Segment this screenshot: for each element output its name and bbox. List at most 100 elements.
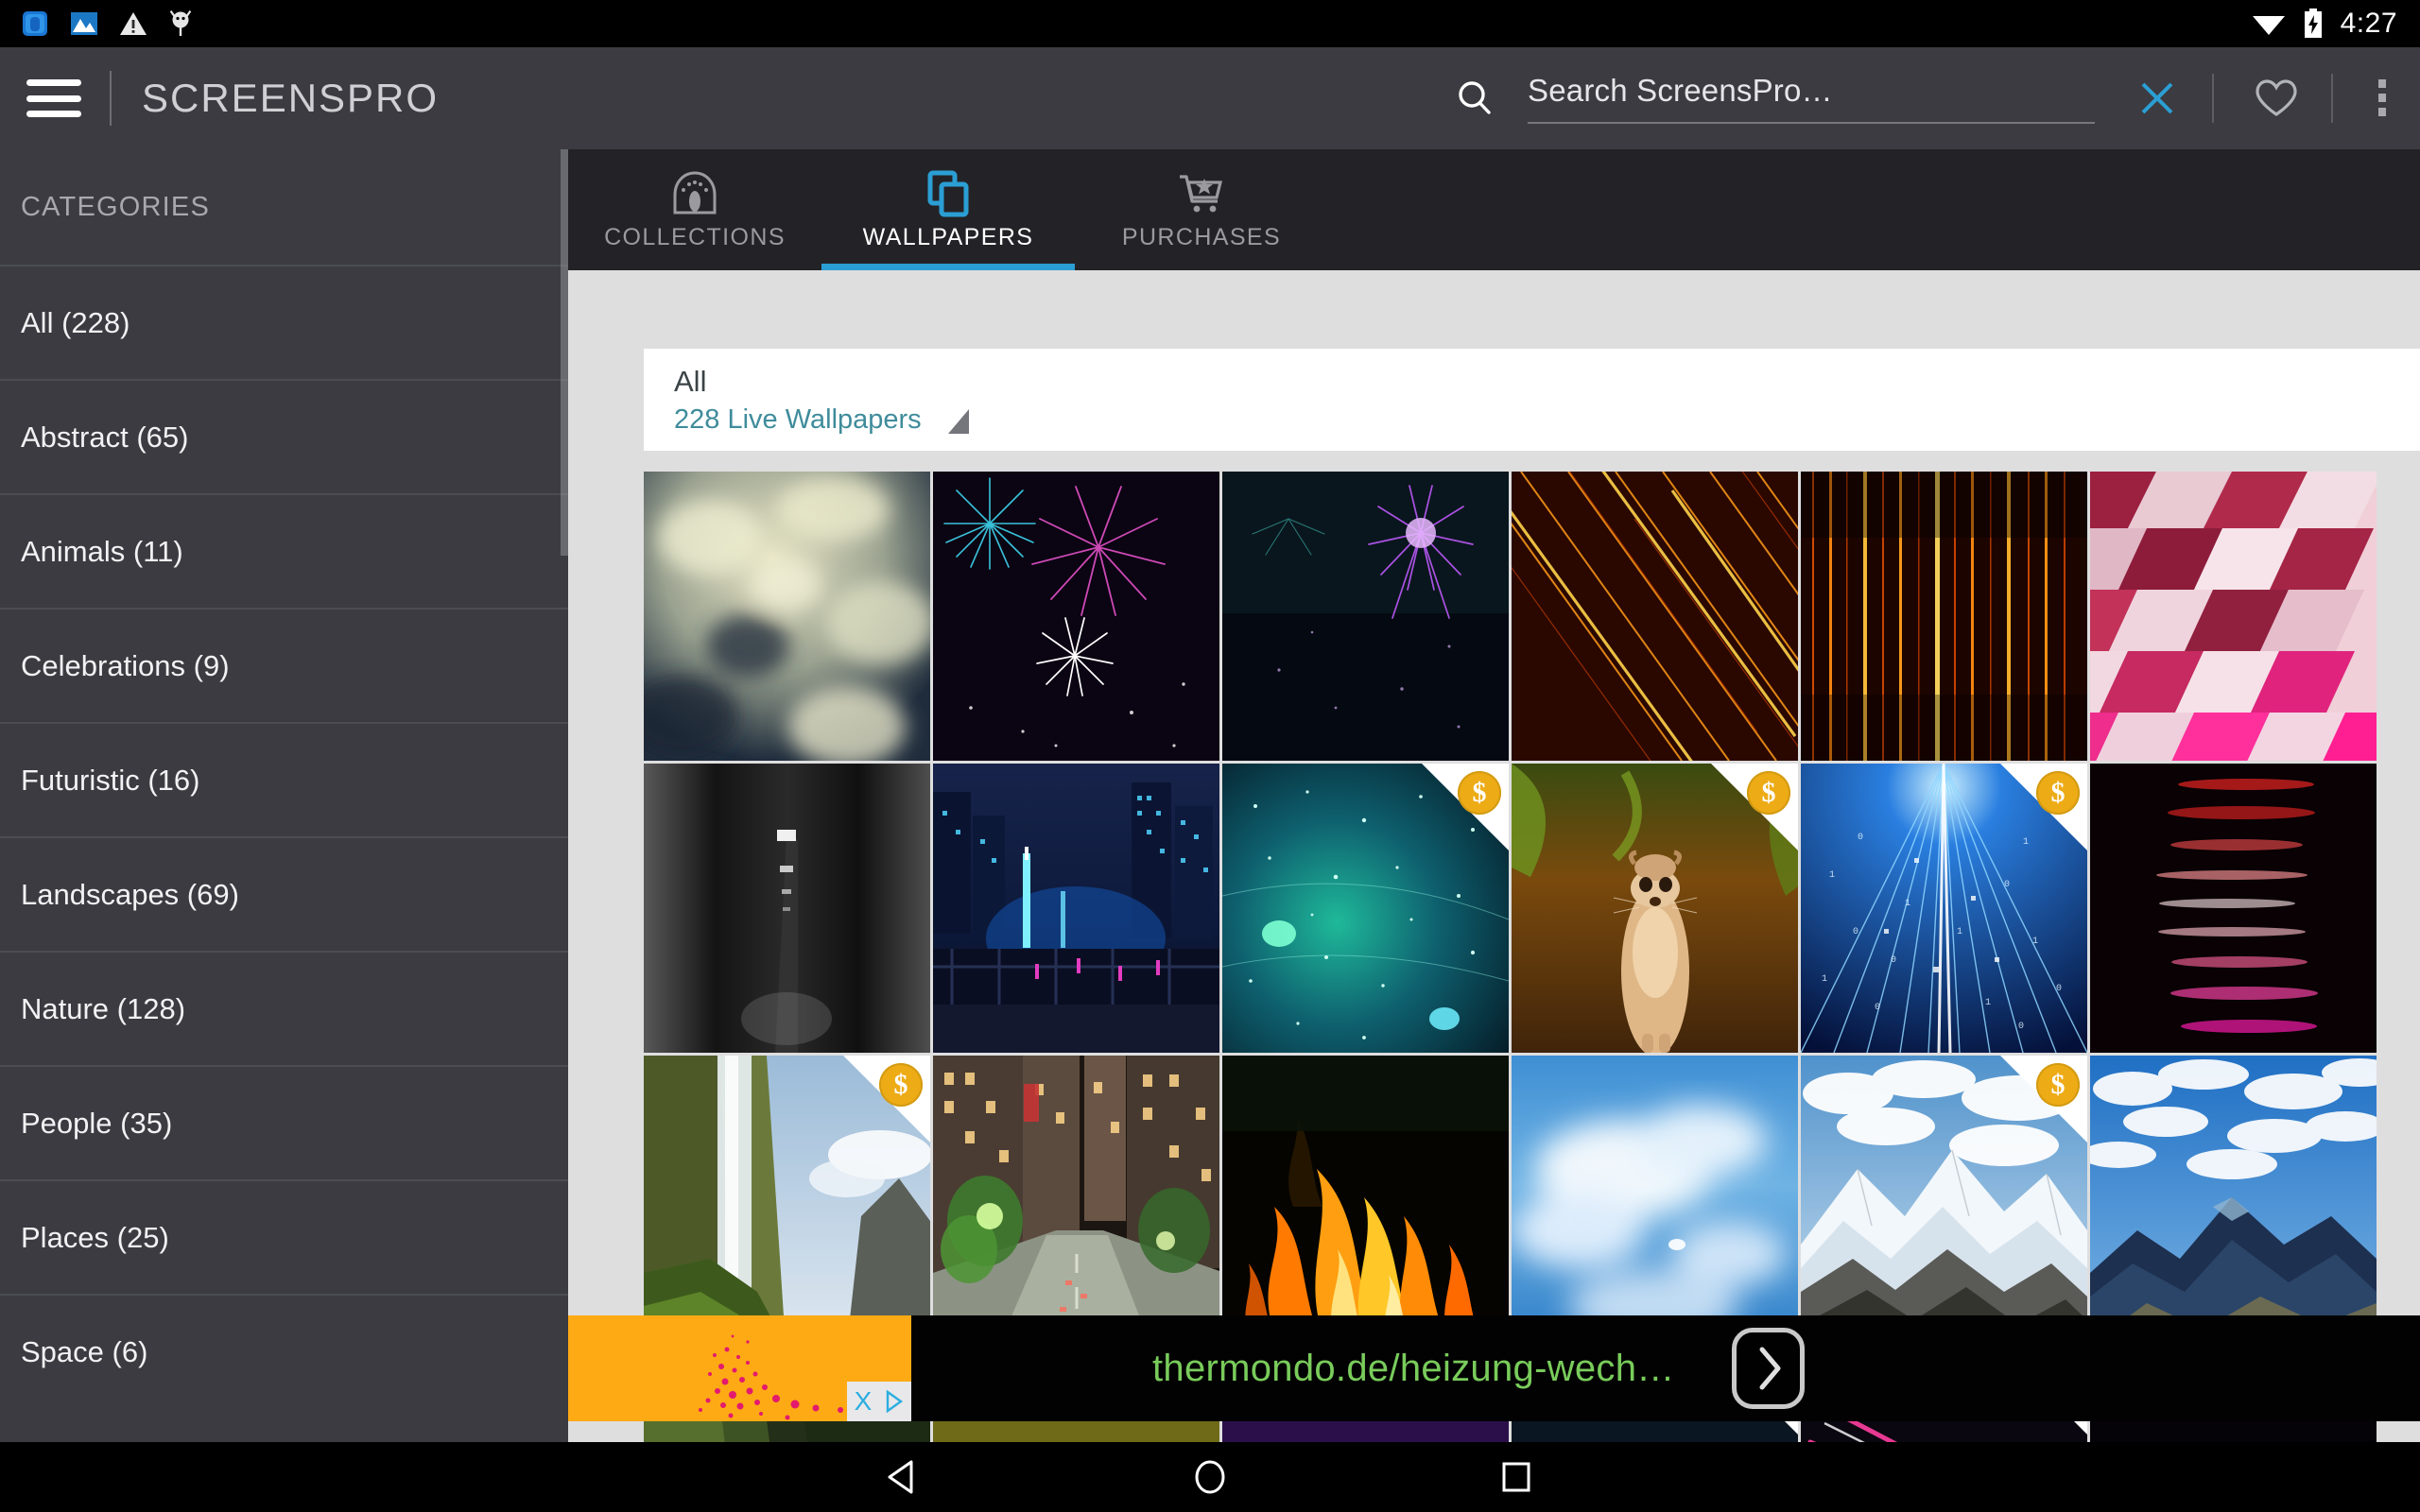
sidebar-item-space[interactable]: Space (6) bbox=[0, 1294, 568, 1408]
svg-text:1: 1 bbox=[1822, 974, 1827, 985]
wifi-icon bbox=[2252, 16, 2285, 35]
back-triangle-icon[interactable] bbox=[869, 1442, 939, 1512]
wallpaper-tile-cyberpunk-city-night[interactable] bbox=[933, 764, 1219, 1053]
wallpaper-tile-blue-data-streams[interactable]: 101 010 010 101 01 $ bbox=[1801, 764, 2087, 1053]
sidebar-item-futuristic[interactable]: Futuristic (16) bbox=[0, 722, 568, 836]
svg-text:1: 1 bbox=[2023, 837, 2029, 848]
tab-bar: COLLECTIONS WALLPAPERS PURCHASES bbox=[568, 149, 2420, 270]
gauge-icon bbox=[671, 169, 718, 218]
app-notification-icon bbox=[23, 11, 47, 36]
tab-purchases[interactable]: PURCHASES bbox=[1075, 149, 1328, 270]
svg-text:1: 1 bbox=[1985, 998, 1991, 1008]
sidebar-item-label: All (228) bbox=[21, 305, 130, 339]
sidebar-item-label: Celebrations (9) bbox=[21, 648, 230, 682]
app-bar-divider bbox=[110, 71, 112, 126]
close-x-icon[interactable] bbox=[2135, 76, 2180, 121]
tab-label: PURCHASES bbox=[1121, 223, 1282, 250]
wallpaper-tile-magenta-3d-cubes[interactable] bbox=[2090, 472, 2377, 761]
svg-text:0: 0 bbox=[1891, 955, 1896, 966]
wallpaper-grid: $ $ 1 0 1 0 1 0 0 1 0 1 0 1 0 1 $ $ $ bbox=[644, 472, 2420, 1442]
svg-text:1: 1 bbox=[1905, 899, 1910, 909]
sidebar-item-label: Abstract (65) bbox=[21, 420, 189, 454]
sidebar-item-places[interactable]: Places (25) bbox=[0, 1179, 568, 1294]
sidebar-item-landscapes[interactable]: Landscapes (69) bbox=[0, 836, 568, 951]
cart-star-icon bbox=[1176, 169, 1227, 218]
wallpaper-tile-waterfall-cliff[interactable]: $ bbox=[644, 1056, 930, 1345]
search-input[interactable]: Search ScreensPro… bbox=[1528, 73, 2095, 124]
svg-text:1: 1 bbox=[2032, 936, 2038, 947]
sidebar-heading: CATEGORIES bbox=[0, 149, 568, 265]
wallpaper-row bbox=[644, 472, 2420, 761]
sidebar-item-celebrations[interactable]: Celebrations (9) bbox=[0, 608, 568, 722]
home-circle-icon[interactable] bbox=[1175, 1442, 1245, 1512]
sidebar-item-label: Futuristic (16) bbox=[21, 763, 200, 797]
svg-text:0: 0 bbox=[2004, 880, 2010, 890]
search-placeholder-text: Search ScreensPro… bbox=[1528, 73, 1833, 108]
sidebar-item-nature[interactable]: Nature (128) bbox=[0, 951, 568, 1065]
sidebar-item-animals[interactable]: Animals (11) bbox=[0, 493, 568, 608]
wallpaper-tile-dark-corridor[interactable] bbox=[644, 764, 930, 1053]
ad-url-panel[interactable]: thermondo.de/heizung-wech… bbox=[911, 1315, 2420, 1421]
status-bar-clock: 4:27 bbox=[2340, 8, 2397, 39]
category-title: All bbox=[674, 365, 707, 398]
svg-text:0: 0 bbox=[2056, 984, 2062, 994]
sidebar-item-people[interactable]: People (35) bbox=[0, 1065, 568, 1179]
svg-text:0: 0 bbox=[2018, 1022, 2024, 1032]
svg-text:0: 0 bbox=[1875, 1003, 1880, 1013]
sidebar-item-label: People (35) bbox=[21, 1106, 173, 1140]
sidebar-heading-text: CATEGORIES bbox=[21, 191, 210, 222]
sidebar-scrollbar[interactable] bbox=[561, 149, 568, 556]
wallpaper-tile-fire-flames[interactable] bbox=[1222, 1056, 1509, 1345]
category-header-card: All 228 Live Wallpapers bbox=[644, 349, 2420, 451]
search-icon[interactable] bbox=[1454, 77, 1495, 119]
warning-icon bbox=[120, 12, 147, 35]
wallpaper-tile-green-teal-space[interactable]: $ bbox=[1222, 764, 1509, 1053]
svg-text:1: 1 bbox=[1957, 927, 1962, 937]
wallpaper-content-area: All 228 Live Wallpapers $ $ 1 0 1 0 1 0 … bbox=[568, 270, 2420, 1442]
app-bar-actions: Search ScreensPro… bbox=[1454, 73, 2420, 124]
svg-text:1: 1 bbox=[1829, 870, 1835, 881]
ad-creative-panel[interactable]: X bbox=[568, 1315, 911, 1421]
sidebar-item-label: Space (6) bbox=[21, 1334, 148, 1368]
gallery-notification-icon bbox=[71, 12, 97, 35]
sidebar-item-label: Places (25) bbox=[21, 1220, 169, 1254]
wallpaper-tile-snowy-mountains[interactable]: $ bbox=[1801, 1056, 2087, 1345]
ad-close-button[interactable]: X bbox=[847, 1382, 879, 1421]
chevron-right-icon[interactable] bbox=[1732, 1328, 1805, 1409]
android-debug-icon bbox=[169, 10, 192, 36]
wallpaper-tile-blue-sky-clouds[interactable] bbox=[1512, 1056, 1798, 1345]
svg-text:0: 0 bbox=[1853, 927, 1858, 937]
ad-url-text: thermondo.de/heizung-wech… bbox=[1152, 1347, 1675, 1389]
wallpaper-tile-meerkat[interactable]: $ bbox=[1512, 764, 1798, 1053]
sidebar-item-all[interactable]: All (228) bbox=[0, 265, 568, 379]
wallpaper-tile-fireworks-purple[interactable] bbox=[1222, 472, 1509, 761]
ad-controls: X bbox=[847, 1382, 911, 1421]
heart-outline-icon[interactable] bbox=[2254, 77, 2299, 119]
battery-charging-icon bbox=[2304, 9, 2322, 38]
adchoices-icon[interactable] bbox=[879, 1382, 911, 1421]
search-area: Search ScreensPro… bbox=[1454, 73, 2095, 124]
wallpaper-tile-city-street-night[interactable] bbox=[933, 1056, 1219, 1345]
wallpaper-tile-fireworks-blue-pink[interactable] bbox=[933, 472, 1219, 761]
tab-collections[interactable]: COLLECTIONS bbox=[568, 149, 821, 270]
more-vertical-icon[interactable] bbox=[2373, 75, 2392, 122]
hamburger-menu-icon[interactable] bbox=[26, 79, 81, 117]
status-bar-notification-icons bbox=[0, 9, 193, 38]
resize-triangle-icon[interactable] bbox=[947, 408, 969, 434]
wallpaper-tile-orange-vertical-streaks[interactable] bbox=[1801, 472, 2087, 761]
android-tablet-screen: 4:27 SCREENSPRO Search ScreensPro… COLLE… bbox=[0, 0, 2420, 1512]
app-title: SCREENSPRO bbox=[142, 76, 440, 120]
sidebar-item-label: Landscapes (69) bbox=[21, 877, 239, 911]
recents-square-icon[interactable] bbox=[1481, 1442, 1551, 1512]
wallpaper-tile-clouds-texture[interactable] bbox=[644, 472, 930, 761]
copy-layers-icon bbox=[925, 169, 972, 218]
wallpaper-row: $ bbox=[644, 764, 2420, 1053]
wallpaper-tile-orange-diagonal-streaks[interactable] bbox=[1512, 472, 1798, 761]
tab-wallpapers[interactable]: WALLPAPERS bbox=[821, 149, 1075, 270]
sidebar-item-label: Nature (128) bbox=[21, 991, 186, 1025]
tab-active-underline bbox=[821, 264, 1075, 270]
wallpaper-tile-pink-glow-bands[interactable] bbox=[2090, 764, 2377, 1053]
ad-banner[interactable]: X thermondo.de/heizung-wech… bbox=[568, 1315, 2420, 1421]
wallpaper-tile-mountain-blue-sky[interactable] bbox=[2090, 1056, 2377, 1345]
sidebar-item-abstract[interactable]: Abstract (65) bbox=[0, 379, 568, 493]
